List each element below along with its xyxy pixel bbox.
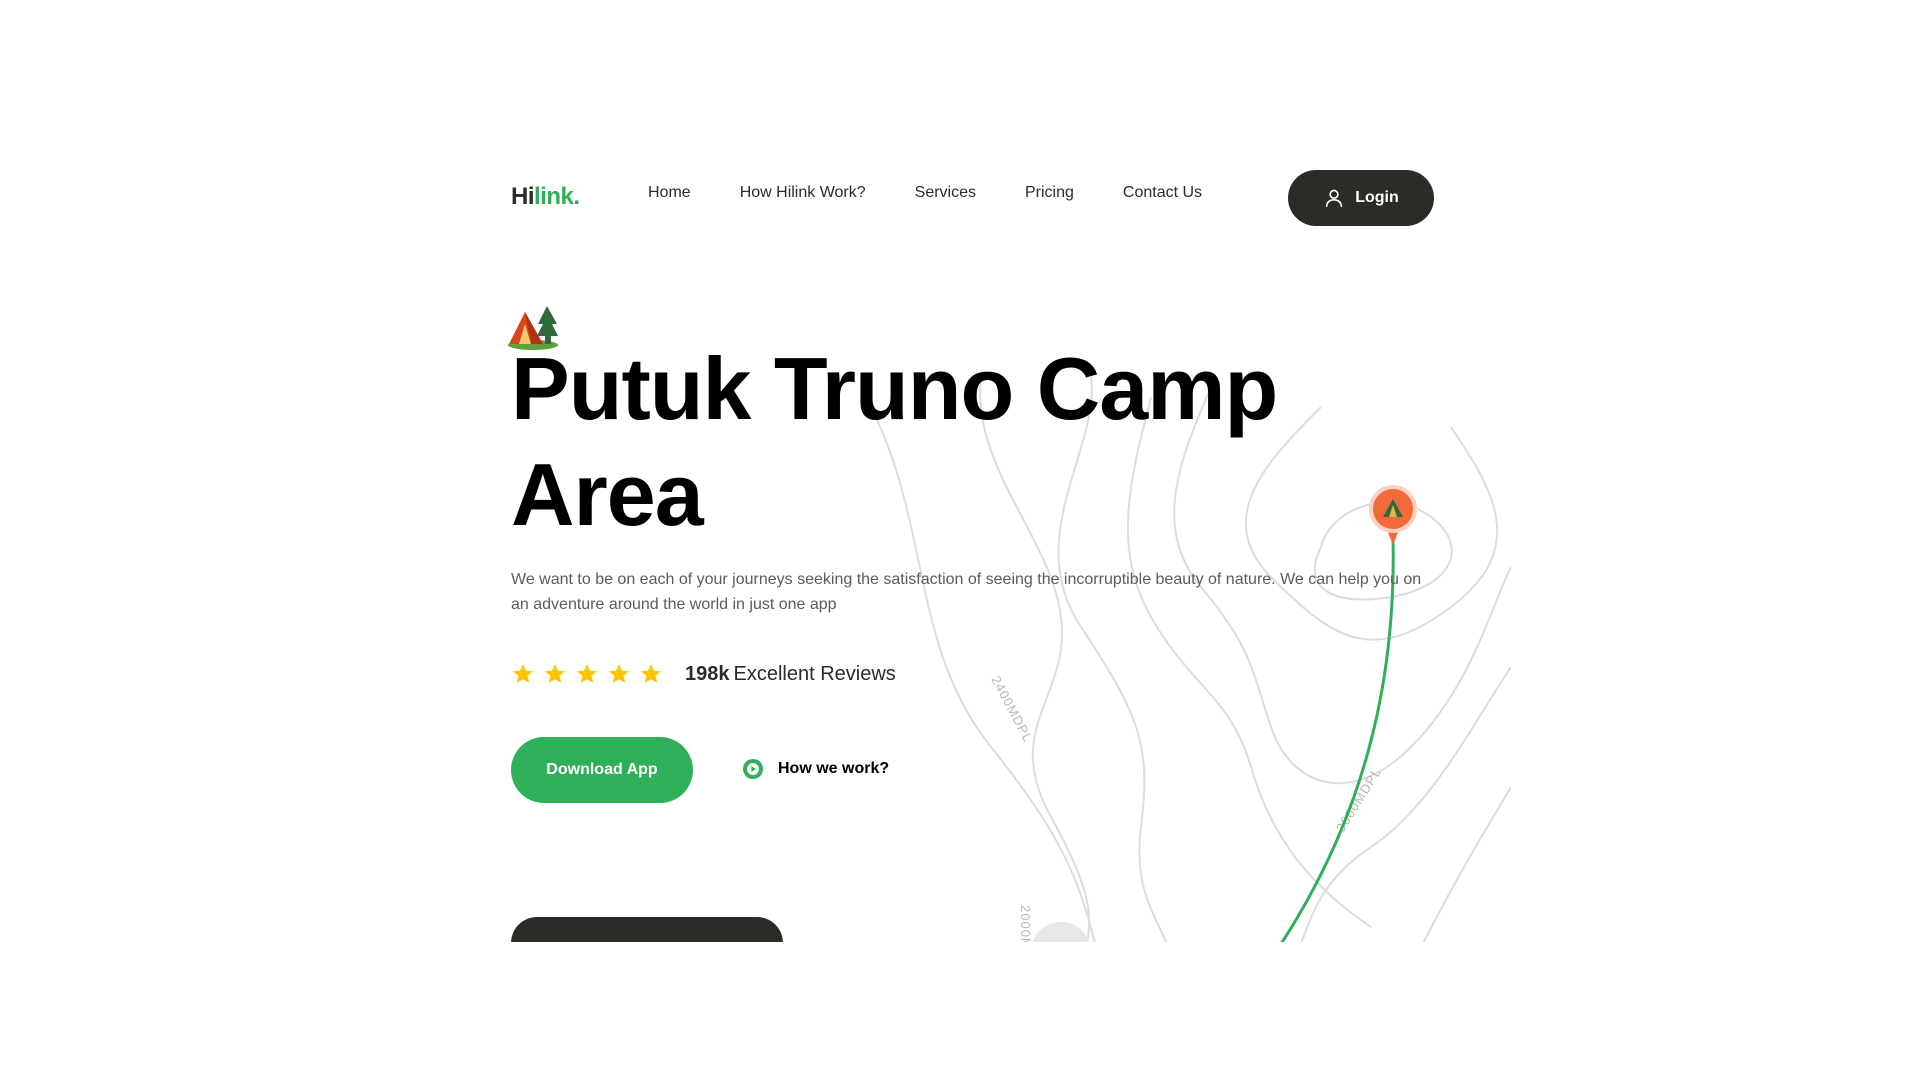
user-icon — [1326, 189, 1343, 208]
contour-line — [1300, 666, 1511, 942]
review-label: Excellent Reviews — [733, 663, 896, 685]
star-icon — [641, 664, 661, 683]
play-icon — [743, 759, 763, 779]
how-we-work-link[interactable]: How we work? — [742, 758, 889, 780]
brand-logo-part1: Hi — [511, 183, 535, 210]
contour-line — [1422, 786, 1511, 942]
altitude-label: 2000MDPL — [1018, 905, 1033, 942]
hero-description: We want to be on each of your journeys s… — [511, 571, 1422, 613]
rating-stars — [511, 662, 663, 686]
star-icon — [577, 664, 597, 683]
altitude-label: 3600MDPL — [1333, 765, 1384, 835]
login-button[interactable]: Login — [1288, 170, 1434, 226]
review-count: 198k — [685, 663, 730, 685]
app-preview-card — [511, 917, 783, 942]
star-icon — [545, 664, 565, 683]
brand-logo-part2: link. — [534, 183, 580, 210]
start-marker — [1032, 922, 1090, 942]
login-label: Login — [1355, 189, 1399, 206]
star-icon — [513, 664, 533, 683]
nav-pricing[interactable]: Pricing — [1025, 184, 1074, 202]
how-we-work-label: How we work? — [778, 760, 890, 777]
nav-contact-us[interactable]: Contact Us — [1123, 184, 1202, 202]
brand-logo[interactable]: Hilink. — [511, 183, 580, 211]
review-summary: 198k Excellent Reviews — [685, 663, 896, 686]
nav-home[interactable]: Home — [648, 184, 691, 202]
hero-title: Putuk Truno Camp Area — [511, 339, 1278, 544]
altitude-label: 2400MDPL — [988, 673, 1036, 745]
nav-services[interactable]: Services — [915, 184, 976, 202]
star-icon — [609, 664, 629, 683]
landing-page: Hilink. Home How Hilink Work? Services P… — [431, 147, 1511, 942]
nav-how-it-works[interactable]: How Hilink Work? — [740, 184, 866, 202]
download-app-button[interactable]: Download App — [511, 737, 693, 803]
main-nav: Home How Hilink Work? Services Pricing C… — [648, 184, 1202, 202]
